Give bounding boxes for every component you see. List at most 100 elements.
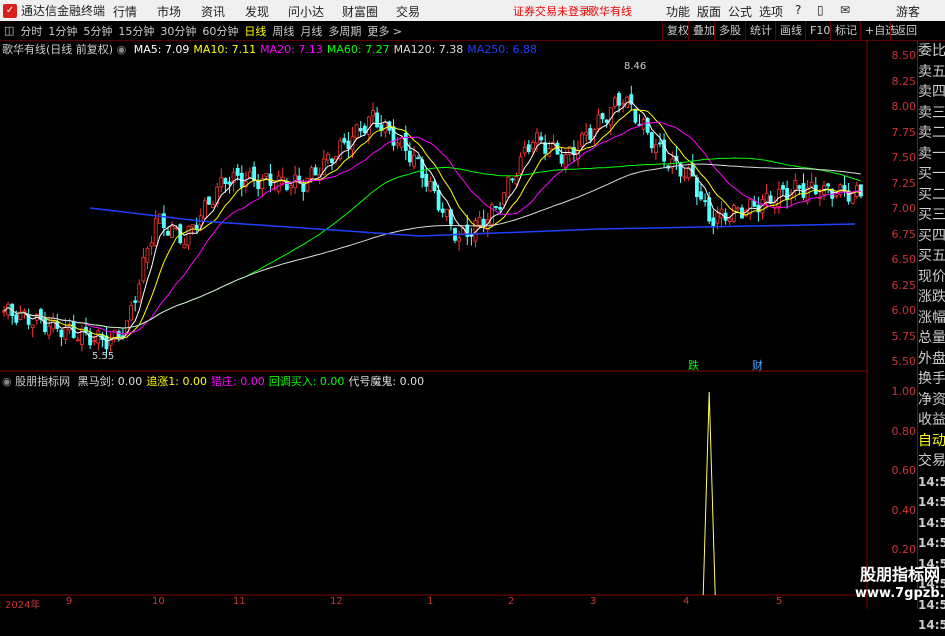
- event-mark[interactable]: 跌: [688, 358, 699, 372]
- period-tab-6[interactable]: 日线: [244, 23, 266, 39]
- date-tick: 5: [776, 596, 783, 607]
- toolbar-button-2[interactable]: 多股: [714, 21, 745, 41]
- period-tab-1[interactable]: 1分钟: [48, 23, 77, 39]
- candle: [30, 324, 35, 338]
- indicator-spike: [702, 391, 716, 596]
- candle: [641, 117, 646, 136]
- candle: [703, 193, 707, 207]
- menu-zixun[interactable]: 资讯: [201, 3, 225, 20]
- kline-chart[interactable]: 8.46 5.55 跌 财: [0, 41, 917, 609]
- date-tick: 3: [590, 596, 597, 607]
- menu-gongneng[interactable]: 功能: [666, 3, 690, 20]
- indicator-value: 回调买入: 0.00: [268, 375, 345, 388]
- candle: [63, 318, 68, 345]
- menu-hangqing[interactable]: 行情: [113, 3, 137, 20]
- period-tab-7[interactable]: 周线: [272, 23, 294, 39]
- candle: [654, 139, 658, 160]
- quote-label: 14:56: [918, 495, 945, 509]
- event-mark[interactable]: 财: [752, 358, 763, 372]
- price-tick: 5.50: [891, 355, 917, 368]
- indicator-value: 猎庄: 0.00: [211, 375, 265, 388]
- indicator-name: 股朋指标网: [15, 375, 71, 388]
- candle: [387, 120, 392, 135]
- date-tick: 9: [66, 596, 73, 607]
- period-tab-2[interactable]: 5分钟: [83, 23, 112, 39]
- menu-caifuquan[interactable]: 财富圈: [342, 3, 378, 20]
- menu-shichang[interactable]: 市场: [157, 3, 181, 20]
- candle: [785, 180, 789, 209]
- toolbar-button-6[interactable]: 标记: [830, 21, 861, 41]
- candle: [59, 329, 64, 347]
- date-tick: 1: [427, 596, 434, 607]
- price-tick: 6.50: [891, 253, 917, 266]
- candle: [108, 332, 113, 352]
- date-tick: 4: [683, 596, 690, 607]
- candle: [584, 122, 589, 143]
- candle: [453, 227, 457, 244]
- candle: [481, 209, 486, 233]
- menu-gongshi[interactable]: 公式: [728, 3, 752, 20]
- toggle-icon[interactable]: ◫: [4, 24, 14, 37]
- candle: [325, 152, 330, 164]
- candle: [141, 248, 146, 284]
- candle: [26, 308, 31, 330]
- candle: [235, 164, 240, 181]
- help-icon[interactable]: ?: [795, 3, 801, 17]
- candle: [137, 279, 142, 303]
- quote-label: 换手: [918, 371, 945, 387]
- candle: [10, 303, 15, 325]
- period-tab-9[interactable]: 多周期: [328, 23, 361, 39]
- quote-label: 14:56: [918, 474, 945, 489]
- menu-xuanxiang[interactable]: 选项: [759, 3, 783, 20]
- quote-label: 外盘: [918, 350, 945, 367]
- period-tab-8[interactable]: 月线: [300, 23, 322, 39]
- quote-label: 买三: [918, 207, 945, 223]
- period-tab-5[interactable]: 60分钟: [202, 23, 238, 39]
- candle: [268, 163, 273, 193]
- candle: [276, 170, 281, 195]
- candle: [2, 305, 6, 317]
- high-label: 8.46: [624, 61, 646, 72]
- candle: [444, 208, 449, 222]
- quote-label: 买五: [918, 248, 945, 264]
- period-tab-10[interactable]: 更多 >: [367, 23, 402, 39]
- candle: [600, 112, 605, 124]
- toolbar-button-4[interactable]: 画线: [775, 21, 806, 41]
- candle: [145, 246, 150, 270]
- toolbar-button-3[interactable]: 统计: [745, 21, 776, 41]
- price-tick: 8.50: [891, 49, 917, 62]
- user-label[interactable]: 游客: [896, 3, 920, 20]
- mail-icon[interactable]: ✉: [840, 3, 850, 17]
- menu-wenxiaoda[interactable]: 问小达: [288, 3, 324, 20]
- candle: [284, 178, 289, 192]
- quote-label: 委比: [918, 43, 945, 59]
- menu-jiaoyi[interactable]: 交易: [396, 3, 420, 20]
- candle: [809, 172, 814, 188]
- candle: [711, 210, 716, 235]
- login-status[interactable]: 证券交易未登录: [513, 3, 590, 19]
- quote-label: 总量: [918, 330, 945, 346]
- period-tab-3[interactable]: 15分钟: [118, 23, 154, 39]
- period-tab-0[interactable]: 分时: [20, 23, 42, 39]
- candle: [740, 204, 744, 219]
- menu-banmian[interactable]: 版面: [697, 3, 721, 20]
- candle: [133, 296, 138, 312]
- candle: [243, 171, 248, 194]
- candle: [682, 168, 687, 182]
- candle: [313, 164, 318, 176]
- settings-icon[interactable]: ◉: [2, 375, 12, 388]
- candle: [55, 313, 60, 333]
- quote-label: 交易: [918, 453, 945, 469]
- phone-icon[interactable]: ▯: [817, 3, 824, 17]
- price-tick: 5.75: [891, 329, 917, 343]
- candle: [629, 85, 634, 111]
- candle: [182, 237, 187, 249]
- toolbar-button-8[interactable]: 返回: [890, 21, 921, 41]
- candle: [157, 213, 162, 224]
- date-tick: 2: [508, 596, 515, 607]
- period-tab-4[interactable]: 30分钟: [160, 23, 196, 39]
- candle: [551, 134, 556, 150]
- menu-faxian[interactable]: 发现: [245, 3, 269, 20]
- quote-label: 买二: [918, 186, 945, 203]
- candle: [207, 196, 211, 206]
